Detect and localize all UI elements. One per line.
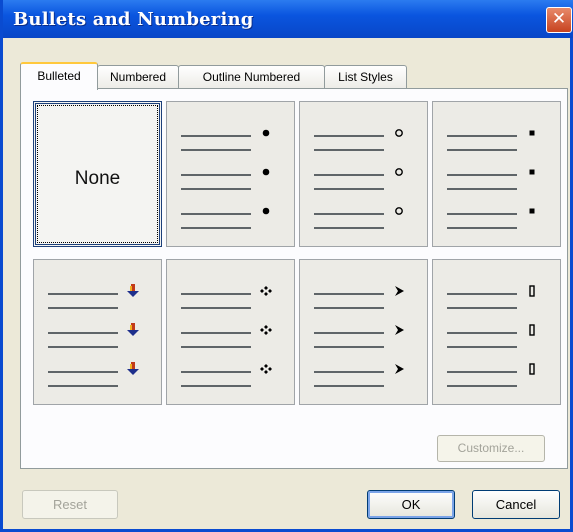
four-diamond-bullet-icon bbox=[259, 283, 273, 297]
bullet-option-filled-square[interactable] bbox=[432, 101, 561, 247]
preview-line bbox=[447, 332, 517, 334]
preview-line bbox=[181, 385, 251, 387]
four-diamond-bullet-icon bbox=[259, 322, 273, 336]
customize-button[interactable]: Customize... bbox=[437, 435, 545, 462]
filled-circle-bullet-icon bbox=[259, 203, 273, 217]
preview-line bbox=[181, 293, 251, 295]
picture-bullet-icon bbox=[126, 361, 140, 375]
preview-line bbox=[181, 307, 251, 309]
preview-line bbox=[314, 227, 384, 229]
filled-circle-bullet-icon bbox=[259, 164, 273, 178]
preview-line bbox=[447, 149, 517, 151]
preview-line bbox=[181, 149, 251, 151]
picture-bullet-icon bbox=[126, 283, 140, 297]
hollow-circle-bullet-icon bbox=[392, 125, 406, 139]
preview-line bbox=[314, 213, 384, 215]
preview-line bbox=[447, 188, 517, 190]
preview-line bbox=[447, 385, 517, 387]
bullet-option-filled-circle[interactable] bbox=[166, 101, 295, 247]
tab-numbered[interactable]: Numbered bbox=[97, 65, 179, 89]
preview-line bbox=[181, 332, 251, 334]
preview-line bbox=[447, 227, 517, 229]
bulleted-tab-panel: None Customize... bbox=[20, 88, 568, 469]
tab-list-styles[interactable]: List Styles bbox=[324, 65, 407, 89]
preview-line bbox=[181, 174, 251, 176]
tab-bulleted[interactable]: Bulleted bbox=[20, 62, 98, 90]
tab-outline-numbered-label: Outline Numbered bbox=[202, 70, 301, 84]
arrowhead-bullet-icon bbox=[392, 361, 406, 375]
preview-line bbox=[314, 346, 384, 348]
filled-circle-bullet-icon bbox=[259, 125, 273, 139]
preview-line bbox=[48, 307, 118, 309]
preview-line bbox=[447, 346, 517, 348]
tab-bulleted-label: Bulleted bbox=[37, 69, 81, 83]
bullet-option-four-diamonds[interactable] bbox=[166, 259, 295, 405]
bullets-numbering-dialog: Bullets and Numbering ✕ Bulleted Numbere… bbox=[0, 0, 573, 532]
hollow-circle-bullet-icon bbox=[392, 164, 406, 178]
bar-bullet-icon bbox=[525, 283, 539, 297]
preview-line bbox=[314, 188, 384, 190]
none-option-label: None bbox=[74, 168, 121, 189]
bar-bullet-icon bbox=[525, 361, 539, 375]
bullet-option-arrowhead[interactable] bbox=[299, 259, 428, 405]
preview-line bbox=[181, 346, 251, 348]
preview-line bbox=[447, 213, 517, 215]
ok-button[interactable]: OK bbox=[367, 490, 455, 519]
dialog-title: Bullets and Numbering bbox=[13, 9, 254, 30]
preview-line bbox=[314, 149, 384, 151]
preview-line bbox=[181, 213, 251, 215]
preview-line bbox=[447, 293, 517, 295]
tab-outline-numbered[interactable]: Outline Numbered bbox=[178, 65, 325, 89]
filled-square-bullet-icon bbox=[525, 164, 539, 178]
preview-line bbox=[314, 332, 384, 334]
arrowhead-bullet-icon bbox=[392, 283, 406, 297]
title-bar[interactable]: Bullets and Numbering ✕ bbox=[3, 0, 573, 38]
preview-line bbox=[447, 371, 517, 373]
filled-square-bullet-icon bbox=[525, 125, 539, 139]
preview-line bbox=[314, 174, 384, 176]
preview-line bbox=[181, 371, 251, 373]
reset-button[interactable]: Reset bbox=[22, 490, 118, 519]
preview-line bbox=[314, 135, 384, 137]
picture-bullet-icon bbox=[126, 322, 140, 336]
preview-line bbox=[181, 188, 251, 190]
hollow-circle-bullet-icon bbox=[392, 203, 406, 217]
arrowhead-bullet-icon bbox=[392, 322, 406, 336]
preview-line bbox=[181, 227, 251, 229]
preview-line bbox=[48, 346, 118, 348]
preview-line bbox=[314, 293, 384, 295]
bullet-option-picture-arrow[interactable] bbox=[33, 259, 162, 405]
preview-line bbox=[48, 293, 118, 295]
preview-line bbox=[447, 174, 517, 176]
four-diamond-bullet-icon bbox=[259, 361, 273, 375]
preview-line bbox=[447, 135, 517, 137]
preview-line bbox=[314, 307, 384, 309]
close-icon[interactable]: ✕ bbox=[546, 7, 572, 33]
bullet-option-none[interactable]: None bbox=[33, 101, 162, 247]
preview-line bbox=[48, 385, 118, 387]
preview-line bbox=[48, 332, 118, 334]
preview-line bbox=[314, 385, 384, 387]
bullet-option-hollow-circle[interactable] bbox=[299, 101, 428, 247]
bullet-option-bar[interactable] bbox=[432, 259, 561, 405]
preview-line bbox=[48, 371, 118, 373]
filled-square-bullet-icon bbox=[525, 203, 539, 217]
preview-line bbox=[314, 371, 384, 373]
preview-line bbox=[181, 135, 251, 137]
tab-list-styles-label: List Styles bbox=[338, 70, 393, 84]
cancel-button[interactable]: Cancel bbox=[472, 490, 560, 519]
preview-line bbox=[447, 307, 517, 309]
bar-bullet-icon bbox=[525, 322, 539, 336]
tab-numbered-label: Numbered bbox=[109, 70, 167, 84]
